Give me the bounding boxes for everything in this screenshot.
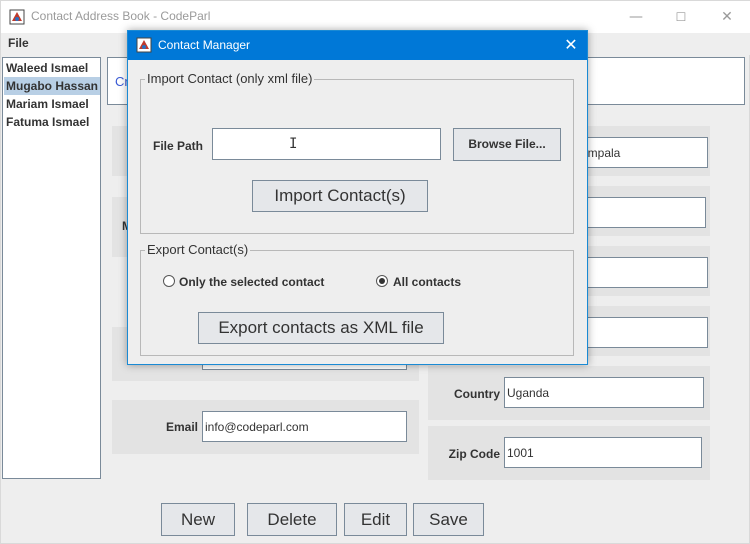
- contact-manager-dialog: Contact Manager ✕ Import Contact (only x…: [127, 30, 588, 365]
- country-label: Country: [454, 387, 500, 401]
- java-app-icon: [9, 9, 25, 25]
- import-group-title: Import Contact (only xml file): [145, 71, 315, 86]
- country-panel: Country Uganda: [428, 366, 710, 420]
- radio-all-contacts-label[interactable]: All contacts: [393, 275, 461, 289]
- export-xml-button[interactable]: Export contacts as XML file: [198, 312, 444, 344]
- text-field[interactable]: [578, 257, 708, 288]
- menu-file[interactable]: File: [8, 36, 29, 50]
- text-cursor-icon: I: [289, 136, 298, 152]
- email-field[interactable]: info@codeparl.com: [202, 411, 407, 442]
- country-field[interactable]: Uganda: [504, 377, 704, 408]
- export-group: Export Contact(s) Only the selected cont…: [140, 242, 574, 356]
- list-item[interactable]: Waleed Ismael: [4, 59, 100, 77]
- import-group: Import Contact (only xml file) File Path…: [140, 71, 574, 234]
- close-icon[interactable]: ✕: [560, 34, 582, 56]
- maximize-icon[interactable]: ☐: [671, 7, 691, 27]
- minimize-icon[interactable]: —: [626, 7, 646, 27]
- text-field[interactable]: [578, 197, 706, 228]
- radio-selected-only[interactable]: [163, 275, 175, 287]
- email-panel: Email info@codeparl.com: [112, 400, 419, 454]
- close-icon[interactable]: ✕: [717, 7, 737, 27]
- contact-list[interactable]: Waleed Ismael Mugabo Hassan Mariam Ismae…: [2, 57, 101, 479]
- radio-all-contacts[interactable]: [376, 275, 388, 287]
- zip-field[interactable]: 1001: [504, 437, 702, 468]
- dialog-titlebar[interactable]: Contact Manager ✕: [128, 31, 587, 60]
- export-group-title: Export Contact(s): [145, 242, 251, 257]
- window-title: Contact Address Book - CodeParl: [31, 9, 211, 23]
- city-field[interactable]: ampala: [578, 137, 708, 168]
- browse-file-button[interactable]: Browse File...: [453, 128, 561, 161]
- new-button[interactable]: New: [161, 503, 235, 536]
- zip-panel: Zip Code 1001: [428, 426, 710, 480]
- save-button[interactable]: Save: [413, 503, 484, 536]
- list-item[interactable]: Mariam Ismael: [4, 95, 100, 113]
- main-titlebar[interactable]: Contact Address Book - CodeParl — ☐ ✕: [1, 1, 750, 33]
- delete-button[interactable]: Delete: [247, 503, 337, 536]
- list-item[interactable]: Fatuma Ismael: [4, 113, 100, 131]
- edit-button[interactable]: Edit: [344, 503, 407, 536]
- import-contacts-button[interactable]: Import Contact(s): [252, 180, 428, 212]
- zip-label: Zip Code: [448, 447, 500, 461]
- text-field[interactable]: [578, 317, 708, 348]
- list-item[interactable]: Mugabo Hassan: [4, 77, 100, 95]
- file-path-label: File Path: [153, 139, 204, 153]
- email-label: Email: [165, 420, 198, 434]
- radio-selected-only-label[interactable]: Only the selected contact: [179, 275, 324, 289]
- file-path-input[interactable]: [212, 128, 441, 160]
- dialog-title: Contact Manager: [158, 38, 251, 52]
- java-app-icon: [136, 37, 152, 53]
